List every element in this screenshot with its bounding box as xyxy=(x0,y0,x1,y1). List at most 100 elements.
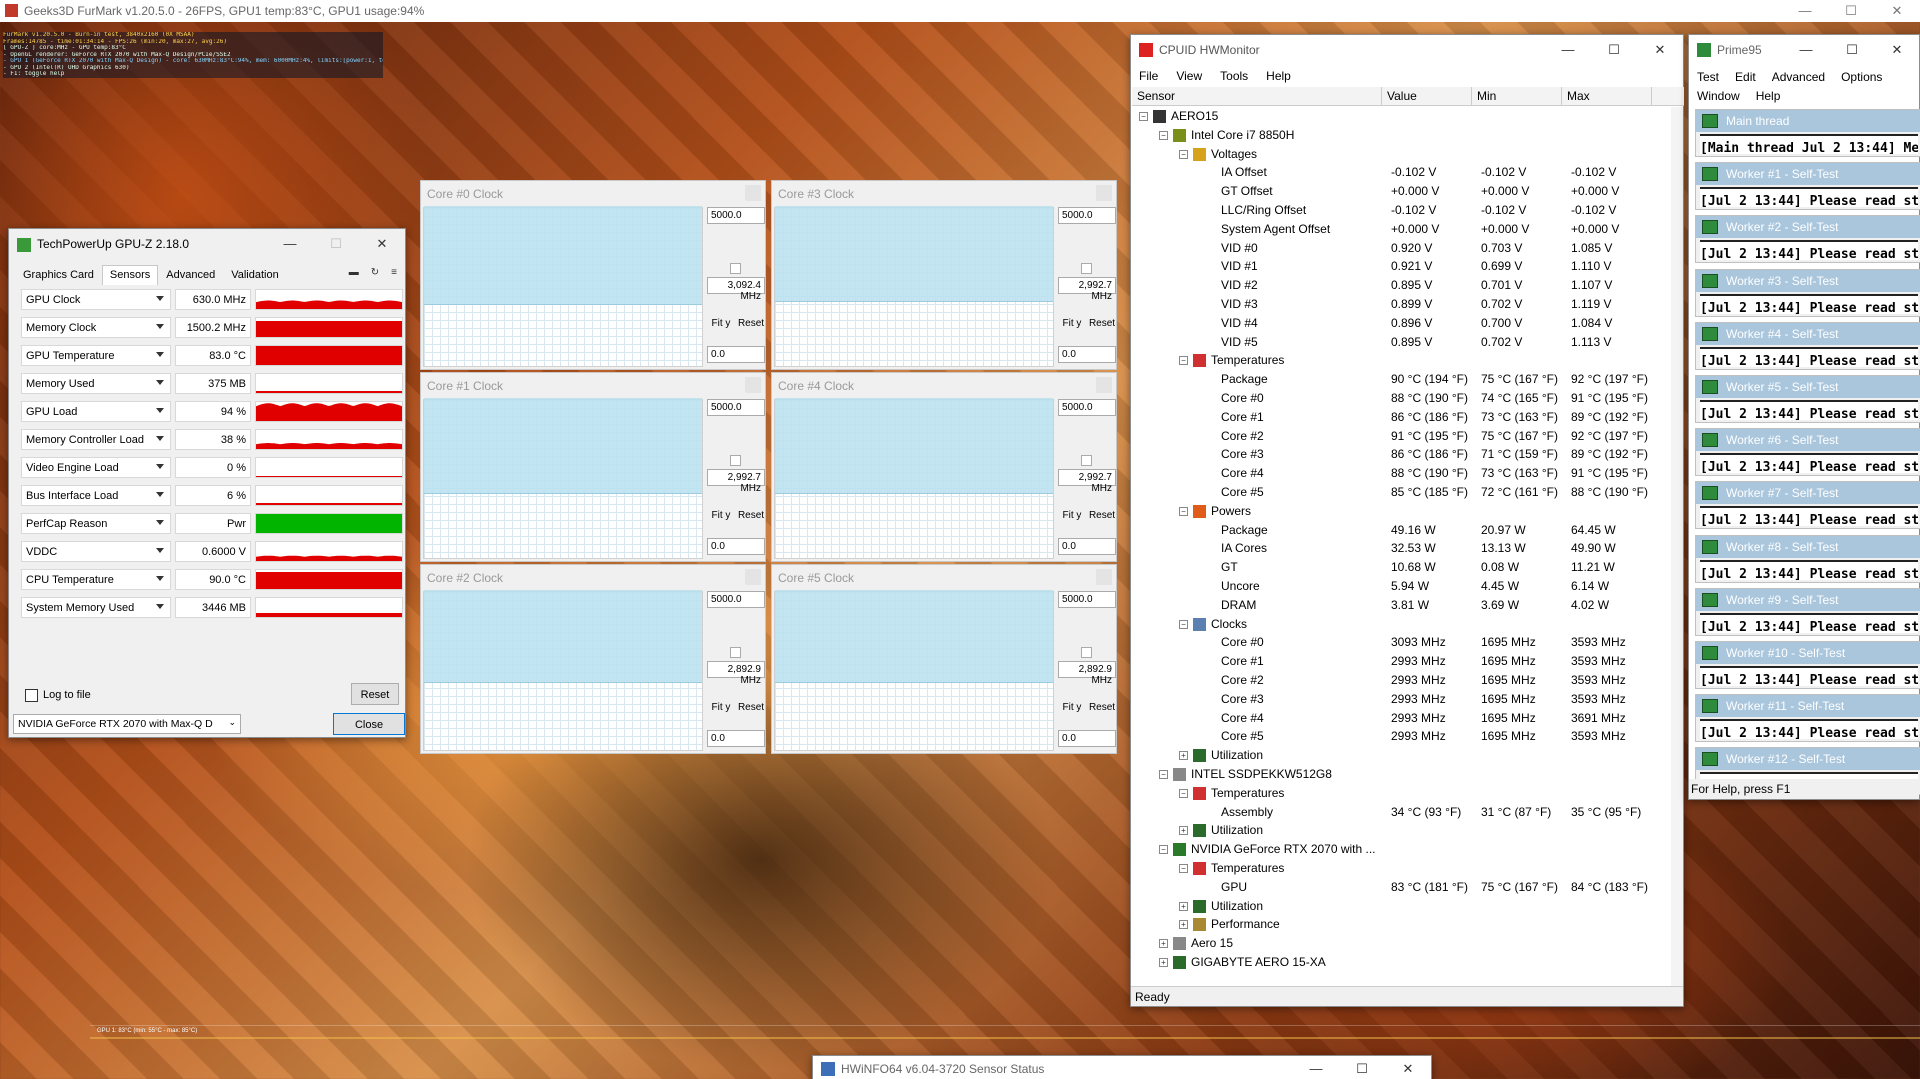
close-icon[interactable] xyxy=(1096,569,1112,585)
reset-button[interactable]: Reset xyxy=(351,683,399,705)
sensor-row[interactable]: Core #3 2993 MHz 1695 MHz 3593 MHz xyxy=(1131,690,1683,709)
menu-window[interactable]: Window xyxy=(1697,89,1740,103)
fit-y-button[interactable]: Fit y xyxy=(707,316,735,333)
tab-graphics-card[interactable]: Graphics Card xyxy=(15,265,102,285)
fit-y-button[interactable]: Fit y xyxy=(1058,508,1086,525)
menu-file[interactable]: File xyxy=(1139,69,1158,83)
menu-tools[interactable]: Tools xyxy=(1220,69,1248,83)
min-field[interactable]: 0.0 xyxy=(707,346,765,363)
minimize-icon[interactable]: — xyxy=(1293,1056,1339,1079)
sensor-row[interactable]: − NVIDIA GeForce RTX 2070 with ... xyxy=(1131,840,1683,859)
collapse-icon[interactable]: − xyxy=(1179,506,1188,516)
fit-y-button[interactable]: Fit y xyxy=(1058,316,1086,333)
sensor-row[interactable]: − INTEL SSDPEKKW512G8 xyxy=(1131,765,1683,784)
sensor-row[interactable]: DRAM 3.81 W 3.69 W 4.02 W xyxy=(1131,596,1683,615)
collapse-icon[interactable]: − xyxy=(1179,864,1188,873)
sensor-name-select[interactable]: VDDC xyxy=(21,541,171,562)
sensor-row[interactable]: Assembly 34 °C (93 °F) 31 °C (87 °F) 35 °C … xyxy=(1131,803,1683,822)
close-icon[interactable] xyxy=(745,569,761,585)
close-button[interactable]: Close xyxy=(333,713,405,735)
max-field[interactable]: 5000.0 xyxy=(707,399,765,416)
sensor-row[interactable]: GT 10.68 W 0.08 W 11.21 W xyxy=(1131,558,1683,577)
expand-icon[interactable]: + xyxy=(1179,826,1188,836)
sensor-row[interactable]: Core #0 3093 MHz 1695 MHz 3593 MHz xyxy=(1131,633,1683,652)
sensor-row[interactable]: VID #0 0.920 V 0.703 V 1.085 V xyxy=(1131,239,1683,258)
column-min[interactable]: Min xyxy=(1472,87,1562,105)
close-icon[interactable] xyxy=(745,185,761,201)
vertical-scrollbar[interactable] xyxy=(1671,107,1683,987)
menu-icon[interactable]: ≡ xyxy=(391,267,397,278)
sensor-name-select[interactable]: Memory Used xyxy=(21,373,171,394)
maximize-icon[interactable]: ☐ xyxy=(1339,1056,1385,1079)
lock-checkbox[interactable] xyxy=(1081,647,1092,658)
sensor-name-select[interactable]: Video Engine Load xyxy=(21,457,171,478)
close-icon[interactable]: ✕ xyxy=(359,229,405,259)
sensor-row[interactable]: − Powers xyxy=(1131,502,1683,521)
sensor-row[interactable]: + Performance xyxy=(1131,915,1683,934)
sensor-row[interactable]: Core #4 2993 MHz 1695 MHz 3691 MHz xyxy=(1131,709,1683,728)
collapse-icon[interactable]: − xyxy=(1179,149,1188,159)
sensor-row[interactable]: VID #4 0.896 V 0.700 V 1.084 V xyxy=(1131,314,1683,333)
expand-icon[interactable]: + xyxy=(1159,939,1168,949)
sensor-row[interactable]: VID #2 0.895 V 0.701 V 1.107 V xyxy=(1131,276,1683,295)
sensor-row[interactable]: LLC/Ring Offset -0.102 V -0.102 V -0.102 V xyxy=(1131,201,1683,220)
sensor-row[interactable]: Package 49.16 W 20.97 W 64.45 W xyxy=(1131,521,1683,540)
menu-advanced[interactable]: Advanced xyxy=(1772,70,1825,84)
close-icon[interactable]: ✕ xyxy=(1874,0,1920,22)
column-max[interactable]: Max xyxy=(1562,87,1652,105)
sensor-name-select[interactable]: GPU Load xyxy=(21,401,171,422)
sensor-row[interactable]: Core #0 88 °C (190 °F) 74 °C (165 °F) 91 °C… xyxy=(1131,389,1683,408)
reset-button[interactable]: Reset xyxy=(737,700,765,717)
reset-button[interactable]: Reset xyxy=(737,316,765,333)
sensor-name-select[interactable]: Memory Controller Load xyxy=(21,429,171,450)
expand-icon[interactable]: + xyxy=(1179,920,1188,930)
sensor-row[interactable]: VID #3 0.899 V 0.702 V 1.119 V xyxy=(1131,295,1683,314)
sensor-row[interactable]: − Voltages xyxy=(1131,145,1683,164)
close-icon[interactable]: ✕ xyxy=(1637,35,1683,65)
menu-options[interactable]: Options xyxy=(1841,70,1882,84)
max-field[interactable]: 5000.0 xyxy=(1058,399,1116,416)
sensor-row[interactable]: + Utilization xyxy=(1131,746,1683,765)
reset-button[interactable]: Reset xyxy=(737,508,765,525)
tab-advanced[interactable]: Advanced xyxy=(158,265,223,285)
worker-window[interactable]: Worker #6 - Self-Test [Jul 2 13:44] Pleas… xyxy=(1695,428,1920,477)
sensor-row[interactable]: Core #5 2993 MHz 1695 MHz 3593 MHz xyxy=(1131,727,1683,746)
min-field[interactable]: 0.0 xyxy=(707,730,765,747)
sensor-row[interactable]: IA Cores 32.53 W 13.13 W 49.90 W xyxy=(1131,539,1683,558)
lock-checkbox[interactable] xyxy=(730,263,741,274)
sensor-name-select[interactable]: Memory Clock xyxy=(21,317,171,338)
sensor-row[interactable]: Core #3 86 °C (186 °F) 71 °C (159 °F) 89 °C… xyxy=(1131,445,1683,464)
sensor-name-select[interactable]: Bus Interface Load xyxy=(21,485,171,506)
sensor-row[interactable]: − Intel Core i7 8850H xyxy=(1131,126,1683,145)
reset-button[interactable]: Reset xyxy=(1088,700,1116,717)
worker-window[interactable]: Worker #8 - Self-Test [Jul 2 13:44] Pleas… xyxy=(1695,534,1920,583)
reset-button[interactable]: Reset xyxy=(1088,316,1116,333)
collapse-icon[interactable]: − xyxy=(1159,845,1168,855)
collapse-icon[interactable]: − xyxy=(1179,619,1188,629)
sensor-row[interactable]: − AERO15 xyxy=(1131,107,1683,126)
worker-window[interactable]: Main thread[Main thread Jul 2 13:44] Mer… xyxy=(1695,109,1920,157)
sensor-row[interactable]: + Aero 15 xyxy=(1131,934,1683,953)
max-field[interactable]: 5000.0 xyxy=(707,207,765,224)
minimize-icon[interactable]: — xyxy=(267,229,313,259)
sensor-row[interactable]: Uncore 5.94 W 4.45 W 6.14 W xyxy=(1131,577,1683,596)
minimize-icon[interactable]: — xyxy=(1545,35,1591,65)
sensor-row[interactable]: − Temperatures xyxy=(1131,351,1683,370)
collapse-icon[interactable]: − xyxy=(1139,112,1148,121)
sensor-row[interactable]: GT Offset +0.000 V +0.000 V +0.000 V xyxy=(1131,182,1683,201)
minimize-icon[interactable]: — xyxy=(1782,0,1828,22)
worker-window[interactable]: Worker #4 - Self-Test [Jul 2 13:44] Pleas… xyxy=(1695,321,1920,370)
fit-y-button[interactable]: Fit y xyxy=(1058,700,1086,717)
menu-test[interactable]: Test xyxy=(1697,70,1719,84)
worker-window[interactable]: Worker #1 - Self-Test [Jul 2 13:44] Pleas… xyxy=(1695,162,1920,211)
worker-window[interactable]: Worker #3 - Self-Test [Jul 2 13:44] Pleas… xyxy=(1695,268,1920,317)
close-icon[interactable] xyxy=(1096,377,1112,393)
device-select[interactable]: NVIDIA GeForce RTX 2070 with Max-Q D ⌄ xyxy=(13,714,241,734)
tab-validation[interactable]: Validation xyxy=(223,265,287,285)
close-icon[interactable]: ✕ xyxy=(1385,1056,1431,1079)
sensor-name-select[interactable]: PerfCap Reason xyxy=(21,513,171,534)
sensor-row[interactable]: Core #2 2993 MHz 1695 MHz 3593 MHz xyxy=(1131,671,1683,690)
sensor-row[interactable]: − Clocks xyxy=(1131,615,1683,634)
collapse-icon[interactable]: − xyxy=(1159,770,1168,779)
sensor-row[interactable]: Core #4 88 °C (190 °F) 73 °C (163 °F) 91 °C… xyxy=(1131,464,1683,483)
